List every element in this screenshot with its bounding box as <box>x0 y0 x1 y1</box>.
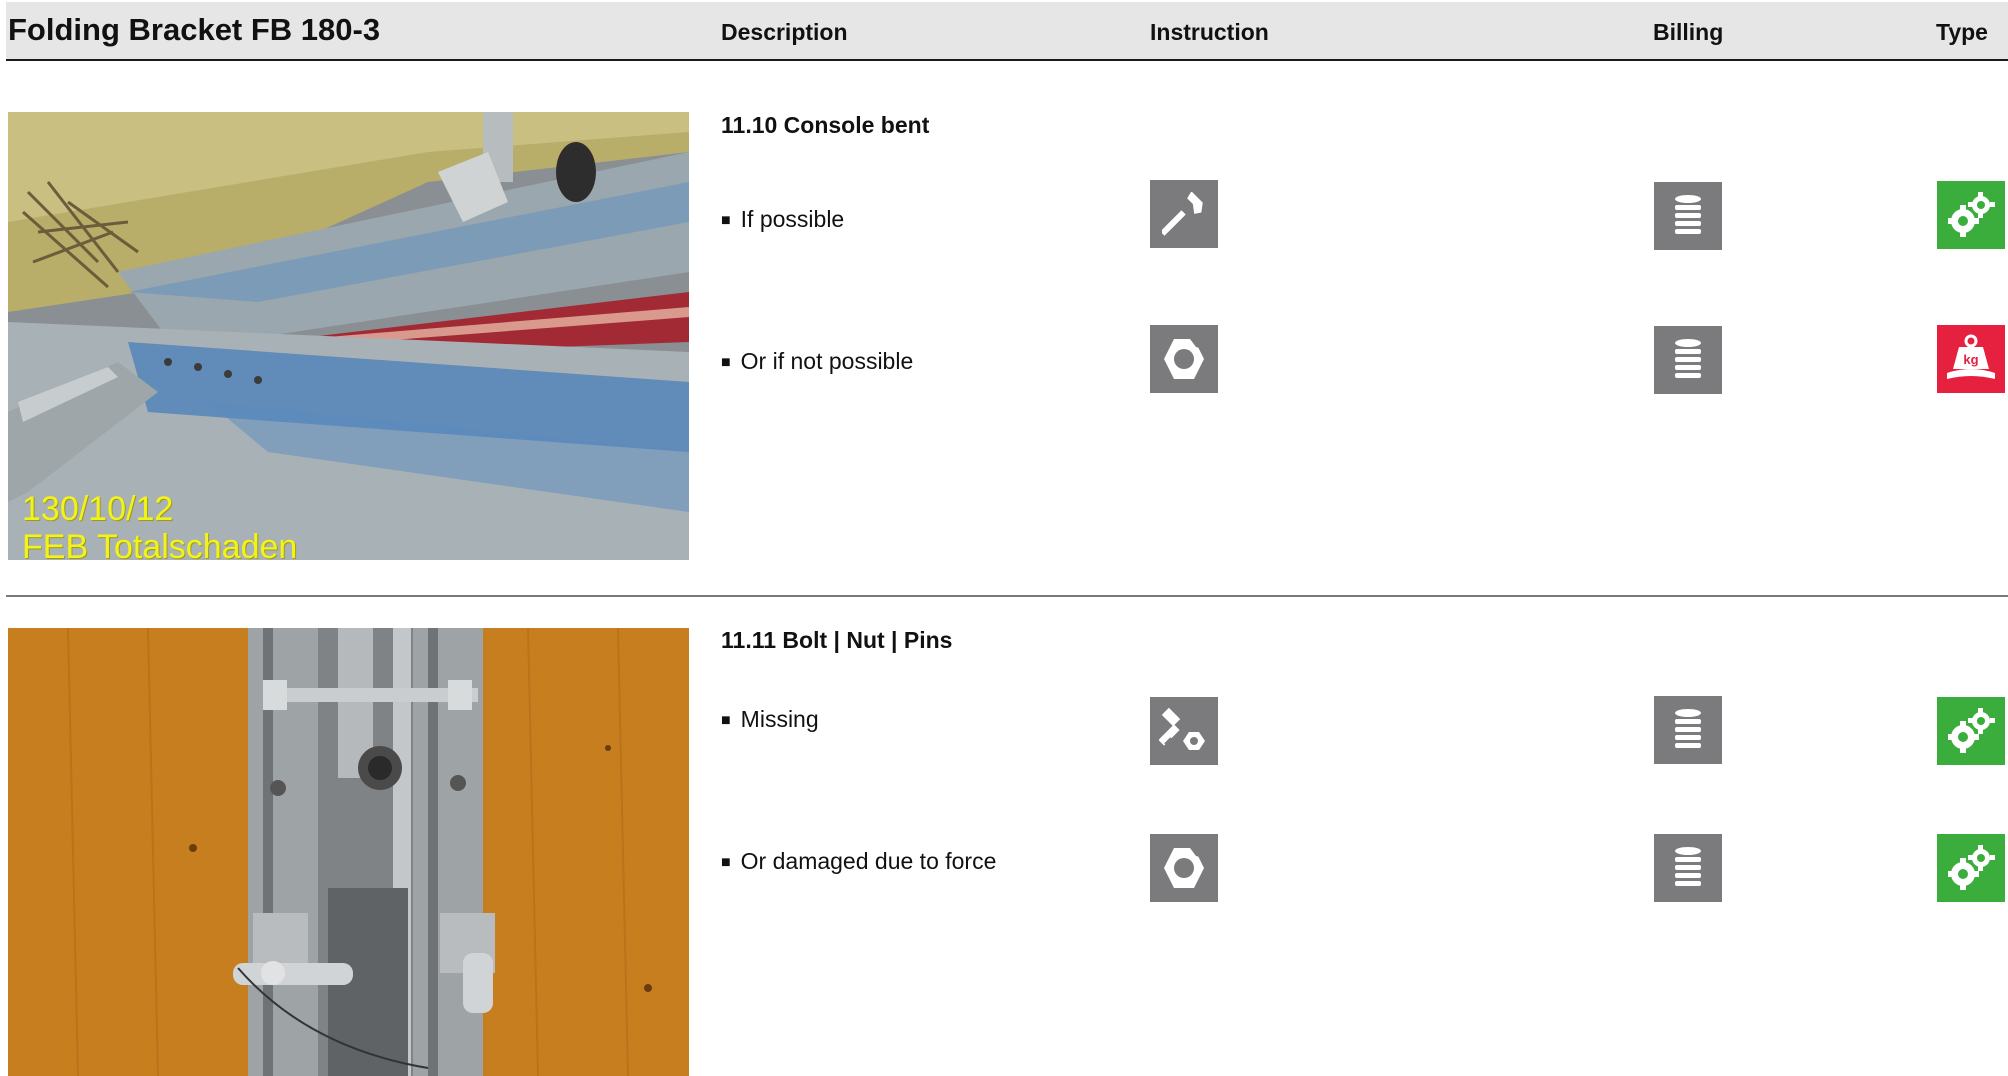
section-divider <box>6 595 2008 597</box>
bullet-icon: ■ <box>721 212 731 229</box>
bullet-icon: ■ <box>721 854 731 871</box>
photo-caption-line-2: FEB Totalschaden <box>22 528 298 560</box>
item-label: If possible <box>740 206 845 232</box>
coin-stack-icon[interactable] <box>1654 696 1722 764</box>
list-item: ■ If possible <box>721 206 844 233</box>
column-header-description: Description <box>721 19 848 45</box>
broken-nut-icon[interactable] <box>1150 325 1218 393</box>
list-item: ■ Or damaged due to force <box>721 848 996 875</box>
table-header: Folding Bracket FB 180-3 Description Ins… <box>6 2 2008 61</box>
coin-stack-icon[interactable] <box>1654 182 1722 250</box>
section-title: 11.11 Bolt | Nut | Pins <box>721 627 953 653</box>
gears-icon[interactable] <box>1937 181 2005 249</box>
bolt-nut-pins-photo <box>8 628 689 1076</box>
item-label: Or if not possible <box>740 348 914 374</box>
bullet-icon: ■ <box>721 354 731 371</box>
column-header-type: Type <box>1936 19 1988 45</box>
bullet-icon: ■ <box>721 712 731 729</box>
section-title: 11.10 Console bent <box>721 112 930 138</box>
section-console-bent: 130/10/12 FEB Totalschaden 11.10 Console… <box>0 112 2008 560</box>
list-item: ■ Or if not possible <box>721 348 913 375</box>
broken-nut-icon[interactable] <box>1150 834 1218 902</box>
bolt-nut-icon[interactable] <box>1150 697 1218 765</box>
column-header-billing: Billing <box>1653 19 1724 45</box>
list-item: ■ Missing <box>721 706 819 733</box>
weight-kg-icon[interactable]: kg <box>1937 325 2005 393</box>
item-label: Or damaged due to force <box>740 848 997 874</box>
hammer-icon[interactable] <box>1150 180 1218 248</box>
photo-caption-line-1: 130/10/12 <box>22 490 174 528</box>
item-label: Missing <box>740 706 819 732</box>
weight-kg-label: kg <box>1963 352 1978 367</box>
page-title: Folding Bracket FB 180-3 <box>8 12 381 47</box>
console-bent-photo: 130/10/12 FEB Totalschaden <box>8 112 689 560</box>
coin-stack-icon[interactable] <box>1654 834 1722 902</box>
gears-icon[interactable] <box>1937 834 2005 902</box>
gears-icon[interactable] <box>1937 697 2005 765</box>
section-bolt-nut-pins: 11.11 Bolt | Nut | Pins ■ Missing ■ Or dam… <box>0 627 2008 1076</box>
column-header-instruction: Instruction <box>1150 19 1269 45</box>
coin-stack-icon[interactable] <box>1654 326 1722 394</box>
